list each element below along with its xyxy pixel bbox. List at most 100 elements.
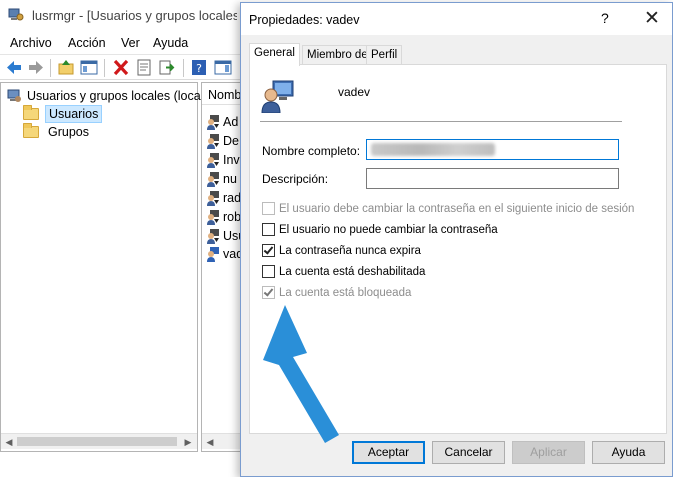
list-item-label: rob	[223, 210, 241, 224]
dialog-title: Propiedades: vadev	[249, 13, 360, 27]
help-button[interactable]: ?	[601, 10, 609, 26]
computer-management-icon	[8, 8, 24, 21]
help-icon[interactable]: ?	[190, 59, 208, 76]
svg-text:?: ?	[196, 62, 202, 75]
list-item[interactable]: vad	[206, 245, 240, 263]
account-disabled-checkbox[interactable]: La cuenta está deshabilitada	[262, 265, 425, 278]
checkbox-box[interactable]	[262, 244, 275, 257]
menu-ayuda[interactable]: Ayuda	[153, 36, 188, 50]
password-never-expires-checkbox[interactable]: La contraseña nunca expira	[262, 244, 421, 257]
list-item-label: Inv	[223, 153, 240, 167]
account-locked-checkbox: La cuenta está bloqueada	[262, 286, 411, 299]
user-account-icon	[261, 80, 294, 113]
tree-item-label: Usuarios	[45, 105, 103, 123]
tree-root[interactable]: Usuarios y grupos locales (local)	[6, 88, 208, 104]
folder-icon	[23, 105, 39, 120]
checkbox-box[interactable]	[262, 265, 275, 278]
menu-accion[interactable]: Acción	[68, 36, 106, 50]
user-icon	[207, 134, 219, 149]
list-item[interactable]: rob	[206, 208, 241, 226]
forward-arrow-icon[interactable]	[27, 59, 45, 76]
tab-miembro-de[interactable]: Miembro de	[302, 45, 373, 65]
user-icon	[207, 210, 219, 225]
list-item-label: De	[223, 134, 239, 148]
show-tree-icon[interactable]	[80, 59, 98, 76]
tab-general[interactable]: General	[249, 43, 300, 66]
user-icon	[207, 247, 219, 262]
full-name-input[interactable]	[366, 139, 619, 160]
toolbar: ?	[0, 54, 240, 80]
checkmark-icon	[263, 244, 274, 255]
full-name-label: Nombre completo:	[262, 144, 361, 158]
menu-archivo[interactable]: Archivo	[10, 36, 52, 50]
properties-dialog: Propiedades: vadev ? ✕ General Miembro d…	[240, 2, 673, 477]
tree-item-grupos[interactable]: Grupos	[23, 123, 92, 141]
separator-line	[260, 121, 622, 122]
up-folder-icon[interactable]	[57, 59, 75, 76]
users-groups-icon	[7, 89, 21, 102]
apply-button[interactable]: Aplicar	[512, 441, 585, 464]
must-change-password-checkbox: El usuario debe cambiar la contraseña en…	[262, 202, 634, 215]
toolbar-separator	[50, 59, 51, 77]
user-icon	[207, 191, 219, 206]
list-item[interactable]: De	[206, 132, 239, 150]
console-tree: Usuarios y grupos locales (local) Usuari…	[0, 82, 208, 452]
delete-icon[interactable]	[112, 59, 130, 76]
checkbox-label: La cuenta está bloqueada	[279, 286, 412, 299]
description-label: Descripción:	[262, 172, 329, 186]
checkbox-box	[262, 202, 275, 215]
list-item-label: rad	[223, 191, 241, 205]
list-item[interactable]: rad	[206, 189, 241, 207]
toolbar-separator	[104, 59, 105, 77]
help-dialog-button[interactable]: Ayuda	[592, 441, 665, 464]
back-arrow-icon[interactable]	[5, 59, 23, 76]
scrollbar-thumb[interactable]	[17, 437, 177, 446]
cancel-button[interactable]: Cancelar	[432, 441, 505, 464]
results-list: Nomb Ad De Inv nu rad rob Usu vad ◀	[201, 82, 241, 452]
user-icon	[207, 153, 219, 168]
ok-button[interactable]: Aceptar	[352, 441, 425, 464]
redacted-full-name	[371, 143, 495, 156]
properties-icon[interactable]	[135, 59, 153, 76]
action-pane-icon[interactable]	[214, 59, 232, 76]
folder-icon	[23, 123, 39, 138]
checkbox-label: El usuario no puede cambiar la contraseñ…	[279, 223, 498, 236]
list-item[interactable]: Usu	[206, 227, 240, 245]
tree-horizontal-scrollbar[interactable]: ◀ ▶	[1, 433, 197, 449]
menu-bar: Archivo Acción Ver Ayuda	[0, 32, 240, 54]
dialog-titlebar: Propiedades: vadev ? ✕	[241, 3, 672, 35]
close-icon[interactable]: ✕	[644, 7, 660, 30]
checkbox-label: La contraseña nunca expira	[279, 244, 421, 257]
list-header-name[interactable]: Nomb	[202, 83, 240, 105]
user-icon	[207, 172, 219, 187]
list-item-label: Ad	[223, 115, 239, 129]
general-tab-panel: vadev Nombre completo: Descripción: El u…	[249, 64, 667, 434]
checkbox-box	[262, 286, 275, 299]
scroll-left-icon[interactable]: ◀	[204, 436, 216, 448]
list-item-label: Usu	[223, 229, 240, 243]
checkmark-icon	[263, 286, 274, 297]
list-item-label: vad	[223, 247, 240, 261]
tree-root-label: Usuarios y grupos locales (local)	[27, 89, 208, 103]
list-item[interactable]: Ad	[206, 113, 238, 131]
user-icon	[207, 115, 219, 130]
lusrmgr-title: lusrmgr - [Usuarios y grupos locales (lo	[32, 8, 237, 23]
list-horizontal-scrollbar[interactable]: ◀	[202, 433, 240, 449]
list-item[interactable]: nu	[206, 170, 237, 188]
checkbox-box[interactable]	[262, 223, 275, 236]
toolbar-separator	[183, 59, 184, 77]
tree-item-usuarios[interactable]: Usuarios	[23, 105, 103, 123]
lusrmgr-titlebar: lusrmgr - [Usuarios y grupos locales (lo	[0, 0, 240, 30]
cannot-change-password-checkbox[interactable]: El usuario no puede cambiar la contraseñ…	[262, 223, 498, 236]
list-item[interactable]: Inv	[206, 151, 240, 169]
tab-perfil[interactable]: Perfil	[366, 45, 403, 65]
scroll-left-icon[interactable]: ◀	[3, 436, 15, 448]
export-list-icon[interactable]	[158, 59, 176, 76]
menu-ver[interactable]: Ver	[121, 36, 140, 50]
checkbox-label: El usuario debe cambiar la contraseña en…	[279, 202, 635, 215]
description-input[interactable]	[366, 168, 619, 189]
scroll-right-icon[interactable]: ▶	[182, 436, 194, 448]
account-name: vadev	[338, 85, 371, 99]
list-item-label: nu	[223, 172, 237, 186]
tree-item-label: Grupos	[48, 125, 89, 139]
